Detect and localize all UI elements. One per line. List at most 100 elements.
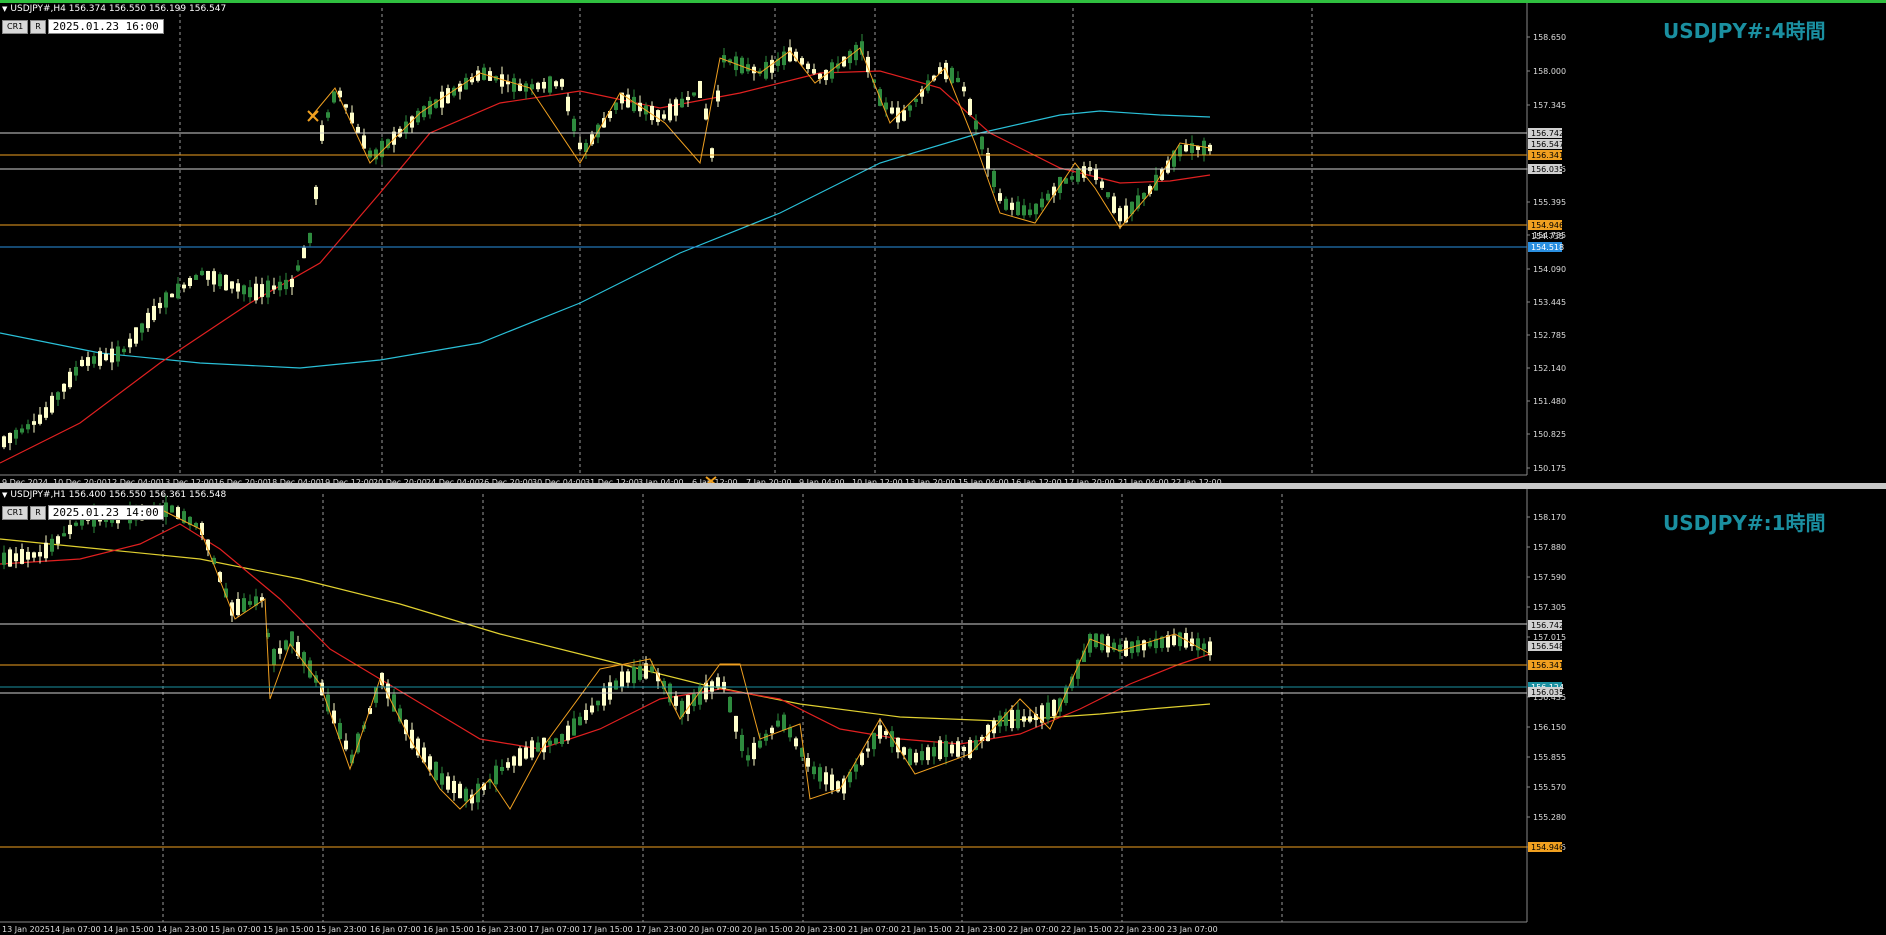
h1-chart-pane[interactable]: 158.170 157.880 157.590 157.305 157.015 156.4… [0,489,1886,935]
candle-body [560,79,564,87]
candle-body [152,305,156,321]
candle-body [326,112,330,118]
candle-body [62,383,66,392]
h4-chart-canvas[interactable]: 158.650 158.000 157.345 156.035 155.395 154.7… [0,3,1886,483]
candle-body [206,270,210,280]
candle-body [812,69,816,74]
candle-body [866,748,870,752]
h4-watermark: USDJPY#:4時間 [1663,19,1826,43]
candle-body [950,744,954,754]
h4-chart-pane[interactable]: 158.650 158.000 157.345 156.035 155.395 154.7… [0,0,1886,483]
candle-body [356,126,360,134]
candle-body [212,271,216,285]
level-label: 156.035 [1531,165,1564,174]
candle-body [572,118,576,132]
candle-body [500,766,504,772]
time-tick-label: 14 Jan 23:00 [157,925,208,934]
candle-body [278,281,282,291]
candle-body [1106,192,1110,198]
candle-body [446,776,450,790]
candle-body [566,96,570,112]
level-label: 156.548 [1531,642,1564,651]
h4-symbol-header: ▼ USDJPY#,H4 156.374 156.550 156.199 156.… [2,4,226,14]
candle-body [806,757,810,767]
time-tick-label: 21 Jan 15:00 [901,925,952,934]
candle-body [974,120,978,130]
candle-body [578,142,582,150]
candle-body [584,709,588,721]
candle-body [182,284,186,289]
level-label: 154.946 [1531,221,1564,230]
candle-body [668,103,672,121]
level-label: 154.946 [1531,843,1564,852]
candle-body [104,353,108,361]
candle-body [752,742,756,760]
time-tick-label: 16 Jan 15:00 [423,925,474,934]
candle-body [20,428,24,433]
candle-body [74,366,78,376]
time-tick-label: 15 Jan 23:00 [316,925,367,934]
candle-body [548,740,552,746]
candle-body [296,265,300,271]
candle-body [140,323,144,333]
candle-body [1022,716,1026,722]
candle-body [524,747,528,759]
candle-body [2,552,6,565]
candle-body [926,747,930,761]
collapse-triangle-icon[interactable]: ▼ [2,5,7,13]
candle-body [554,81,558,87]
candle-body [746,755,750,761]
candle-body [8,549,12,567]
price-tick-label: 158.170 [1533,513,1566,522]
candle-body [854,764,858,772]
candle-body [968,99,972,115]
candle-body [596,700,600,706]
candle-body [716,90,720,102]
price-tick-label: 157.305 [1533,603,1566,612]
candle-body [50,395,54,413]
candle-body [194,275,198,280]
h1-date-field[interactable]: 2025.01.23 14:00 [47,505,164,520]
h4-cr1-button[interactable]: CR1 [2,19,29,34]
candle-body [1178,632,1182,647]
candle-body [1076,168,1080,182]
time-tick-label: 17 Jan 23:00 [636,925,687,934]
h1-cr1-button[interactable]: CR1 [2,505,29,520]
price-tick-label: 150.175 [1533,464,1566,473]
time-tick-label: 15 Jan 07:00 [210,925,261,934]
candle-body [1070,176,1074,180]
level-label: 156.742 [1531,621,1564,630]
h1-r-button[interactable]: R [30,505,46,520]
candle-body [302,247,306,259]
candle-body [344,740,348,750]
collapse-triangle-icon[interactable]: ▼ [2,491,7,499]
candle-body [440,773,444,785]
candle-body [938,740,942,760]
candle-body [344,104,348,108]
h4-header-text: USDJPY#,H4 156.374 156.550 156.199 156.5… [10,4,227,14]
candle-body [164,502,168,517]
h4-date-field[interactable]: 2025.01.23 16:00 [47,19,164,34]
candle-body [14,429,18,439]
candle-body [266,280,270,298]
candle-body [800,58,804,65]
h4-r-button[interactable]: R [30,19,46,34]
candle-body [638,666,642,680]
candle-body [554,738,558,744]
candle-body [686,96,690,101]
candle-body [602,688,606,706]
price-tick-label: 152.140 [1533,364,1566,373]
candle-body [92,356,96,364]
candle-body [944,741,948,757]
candle-body [962,746,966,752]
candle-body [842,778,846,794]
h1-chart-canvas[interactable]: 158.170157.880157.590157.305157.015156.4… [0,489,1886,935]
candle-body [794,738,798,747]
level-label: 156.742 [1531,129,1564,138]
candles-group [2,495,1212,811]
candle-body [626,671,630,683]
candle-body [458,783,462,799]
candle-body [914,752,918,763]
price-tick-label: 157.345 [1533,101,1566,110]
price-tick-label: 155.280 [1533,813,1566,822]
